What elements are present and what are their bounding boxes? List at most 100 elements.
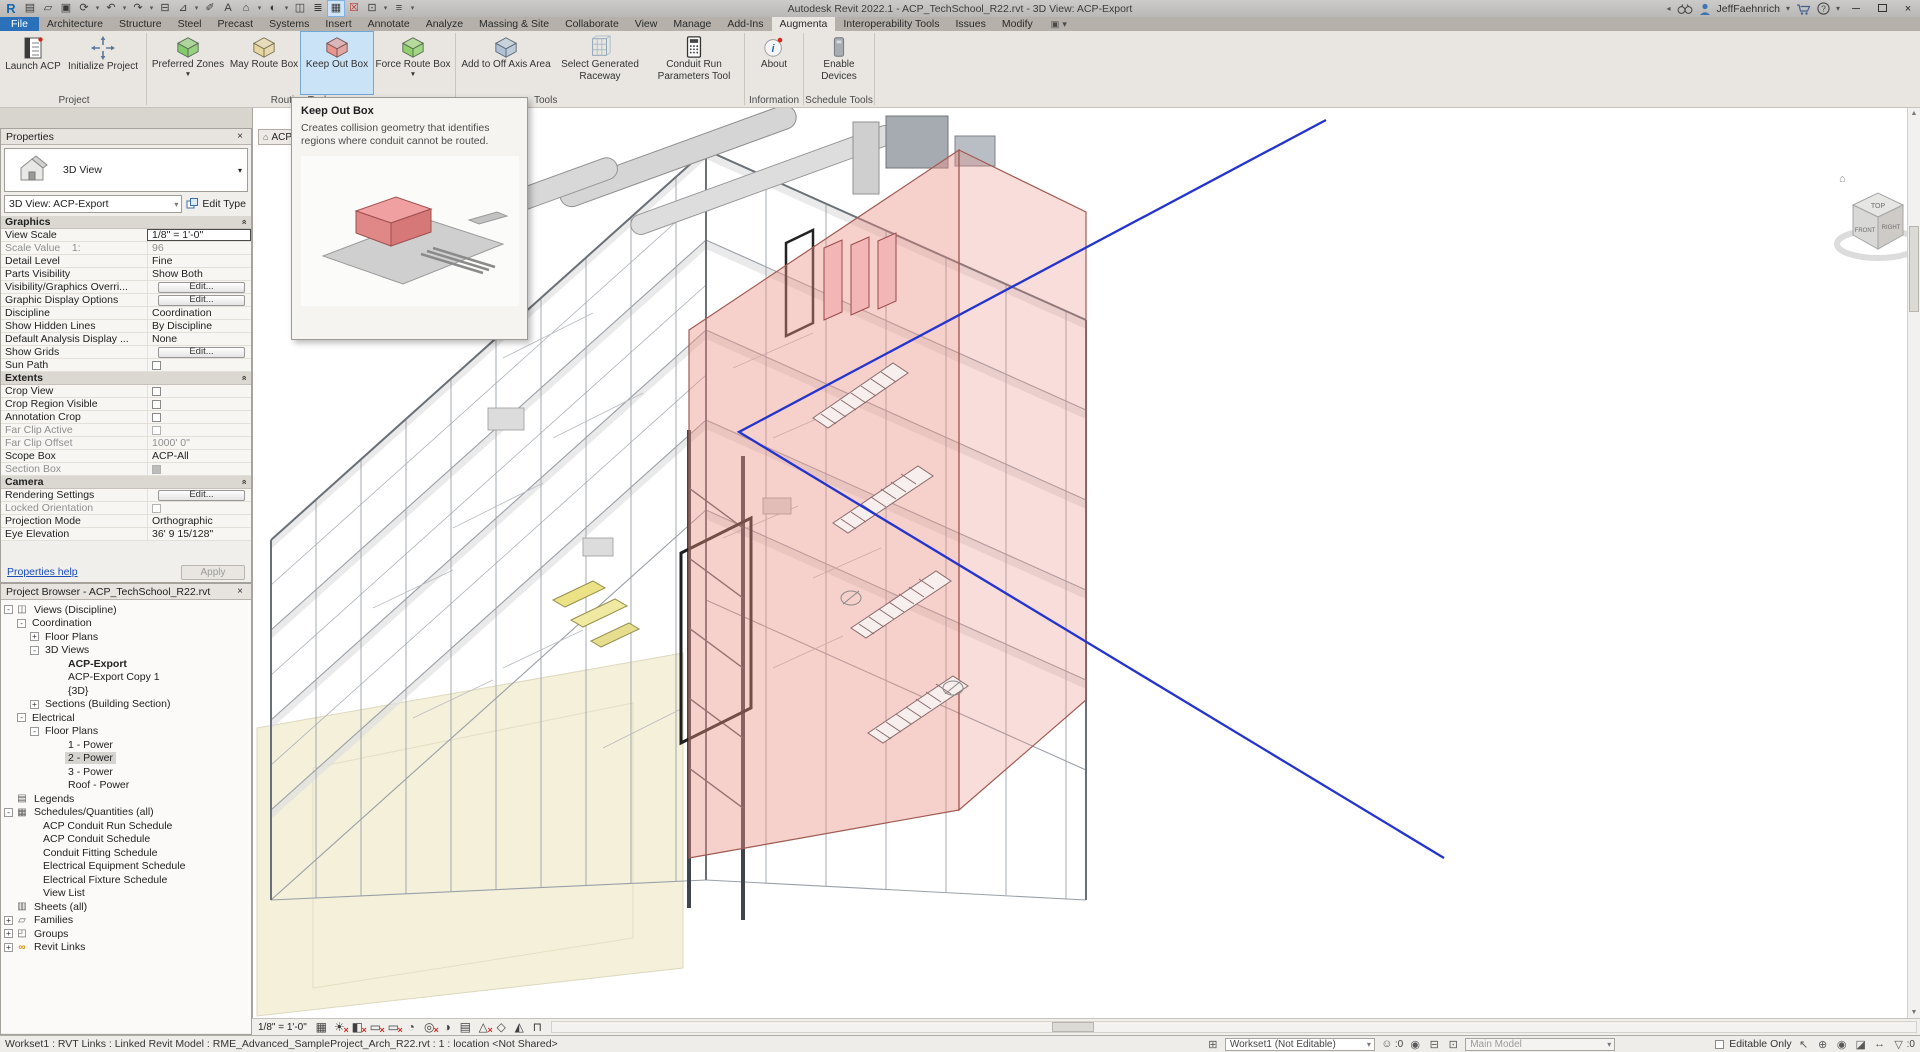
property-value[interactable]: Show Both » — [147, 268, 251, 280]
tree-expand-toggle[interactable]: + — [4, 929, 13, 938]
ribbon-tab[interactable]: Collaborate — [557, 17, 627, 31]
save-icon[interactable]: ▣ — [58, 1, 74, 16]
account-dropdown-icon[interactable]: ▾ — [1786, 4, 1790, 13]
tree-item[interactable]: ACP-Export Copy 1 — [1, 671, 251, 685]
property-value[interactable]: » — [147, 463, 251, 475]
close-button[interactable]: × — [1898, 3, 1918, 15]
property-value[interactable]: Fine » — [147, 255, 251, 267]
vertical-scroll-thumb[interactable] — [1909, 226, 1919, 312]
tree-expand-toggle[interactable]: - — [4, 605, 13, 614]
ribbon-tab[interactable]: Interoperability Tools — [835, 17, 947, 31]
keep-out-box-button[interactable]: Keep Out Box — [301, 32, 373, 94]
show-crop-region-icon[interactable]: ▭ — [386, 1020, 401, 1034]
ribbon-state-dropdown-icon[interactable]: ▾ — [1062, 19, 1067, 30]
open-file-icon[interactable]: ▱ — [40, 1, 56, 16]
tree-item[interactable]: Conduit Fitting Schedule — [1, 846, 251, 860]
ribbon-tab[interactable]: Insert — [317, 17, 359, 31]
editing-requests-icon[interactable]: ☺ — [1380, 1038, 1394, 1050]
add-to-off-axis-area-button[interactable]: Add to Off Axis Area — [458, 32, 554, 94]
tree-expand-toggle[interactable]: + — [30, 632, 39, 641]
type-selector[interactable]: 3D View ▾ — [4, 148, 248, 192]
property-value[interactable]: Edit... » — [147, 489, 251, 501]
tree-item[interactable]: + Floor Plans — [1, 630, 251, 644]
ribbon-tab[interactable]: Massing & Site — [471, 17, 557, 31]
tree-item[interactable]: Electrical Equipment Schedule — [1, 860, 251, 874]
worksharing-display-icon[interactable]: ◑ — [440, 1020, 455, 1034]
sync-with-central-icon[interactable]: ⟳ — [76, 1, 92, 16]
tree-item[interactable]: View List — [1, 887, 251, 901]
measure-icon[interactable]: ⊿ — [175, 1, 191, 16]
about-button[interactable]: i About — [747, 32, 801, 94]
analytical-model-icon[interactable]: △ — [476, 1020, 491, 1034]
group-label-information[interactable]: Information — [745, 94, 803, 107]
property-value[interactable]: » — [147, 372, 251, 384]
ribbon-tab[interactable]: Issues — [948, 17, 994, 31]
tree-item[interactable]: Electrical Fixture Schedule — [1, 873, 251, 887]
property-value[interactable]: By Discipline » — [147, 320, 251, 332]
property-value[interactable]: » — [147, 359, 251, 371]
horizontal-scrollbar[interactable] — [551, 1021, 1917, 1033]
tree-item[interactable]: ACP Conduit Run Schedule — [1, 819, 251, 833]
tree-item[interactable]: Roof - Power — [1, 779, 251, 793]
project-browser-header[interactable]: Project Browser - ACP_TechSchool_R22.rvt… — [1, 584, 251, 600]
close-inactive-views-icon[interactable]: ☒ — [346, 1, 362, 16]
property-value[interactable]: » — [147, 424, 251, 436]
tree-item[interactable]: - Electrical — [1, 711, 251, 725]
edit-button[interactable]: Edit... — [158, 490, 245, 501]
tree-item[interactable]: 2 - Power — [1, 752, 251, 766]
tree-item[interactable]: 3 - Power — [1, 765, 251, 779]
default-3d-view-icon[interactable]: ⌂ — [238, 1, 254, 16]
view-selector-combo[interactable]: 3D View: ACP-Export ▾ — [4, 195, 182, 213]
tree-expand-toggle[interactable]: + — [4, 943, 13, 952]
property-value[interactable]: » — [147, 385, 251, 397]
edit-button[interactable]: Edit... — [158, 295, 245, 306]
tree-item[interactable]: ▥ Sheets (all) — [1, 900, 251, 914]
group-label-schedule-tools[interactable]: Schedule Tools — [804, 94, 874, 107]
crop-view-icon[interactable]: ▭ — [368, 1020, 383, 1034]
switch-windows-dropdown-icon[interactable]: ▾ — [382, 1, 389, 16]
measure-dropdown-icon[interactable]: ▾ — [193, 1, 200, 16]
shadows-icon[interactable]: ◧ — [350, 1020, 365, 1034]
property-checkbox[interactable] — [152, 361, 161, 370]
customize-qat-icon[interactable]: ≡ — [391, 1, 407, 16]
properties-help-link[interactable]: Properties help — [7, 566, 78, 578]
property-value[interactable]: » — [147, 216, 251, 228]
ribbon-tab[interactable]: Modify — [994, 17, 1041, 31]
tree-item[interactable]: - Coordination — [1, 617, 251, 631]
select-underlay-icon[interactable]: ⊕ — [1816, 1038, 1830, 1051]
force-route-box-dropdown-icon[interactable]: ▼ — [410, 72, 416, 77]
worksets-icon[interactable]: ⊞ — [1206, 1038, 1220, 1051]
property-value[interactable]: » — [147, 411, 251, 423]
project-browser-close-icon[interactable]: × — [234, 586, 246, 597]
sun-path-icon[interactable]: ☀ — [332, 1020, 347, 1034]
design-options-icon[interactable]: ⊟ — [1427, 1038, 1441, 1051]
ribbon-tab[interactable]: Steel — [170, 17, 210, 31]
temporary-hide-isolate-icon[interactable]: ◔ — [404, 1020, 419, 1034]
ribbon-tab[interactable]: Precast — [210, 17, 262, 31]
properties-header[interactable]: Properties × — [1, 129, 251, 145]
property-checkbox[interactable] — [152, 426, 161, 435]
section-collapse-icon[interactable]: » — [238, 219, 248, 224]
edit-button[interactable]: Edit... — [158, 282, 245, 293]
tree-expand-toggle[interactable]: - — [30, 646, 39, 655]
reveal-constraints-icon[interactable]: ⊓ — [530, 1020, 545, 1034]
design-option-select[interactable]: Main Model ▾ — [1465, 1038, 1615, 1051]
render-icon[interactable]: ◐ — [265, 1, 281, 16]
ribbon-tab[interactable]: Systems — [261, 17, 317, 31]
reveal-hidden-elements-icon[interactable]: ◎ — [422, 1020, 437, 1034]
property-value[interactable]: None » — [147, 333, 251, 345]
view-scale-button[interactable]: 1/8" = 1'-0" — [258, 1022, 307, 1033]
property-value[interactable]: 1/8" = 1'-0" » — [147, 229, 251, 241]
tree-item[interactable]: + Sections (Building Section) — [1, 698, 251, 712]
search-binoculars-icon[interactable] — [1677, 3, 1693, 15]
account-person-icon[interactable] — [1699, 3, 1711, 15]
property-value[interactable]: » — [147, 476, 251, 488]
select-generated-raceway-button[interactable]: Select Generated Raceway — [554, 32, 646, 94]
tree-expand-toggle[interactable]: - — [30, 727, 39, 736]
render-dropdown-icon[interactable]: ▾ — [283, 1, 290, 16]
property-value[interactable]: Edit... » — [147, 281, 251, 293]
select-by-face-icon[interactable]: ◪ — [1854, 1038, 1868, 1051]
property-value[interactable]: Orthographic » — [147, 515, 251, 527]
restore-button[interactable] — [1872, 3, 1892, 15]
property-value[interactable]: 96 » — [147, 242, 251, 254]
